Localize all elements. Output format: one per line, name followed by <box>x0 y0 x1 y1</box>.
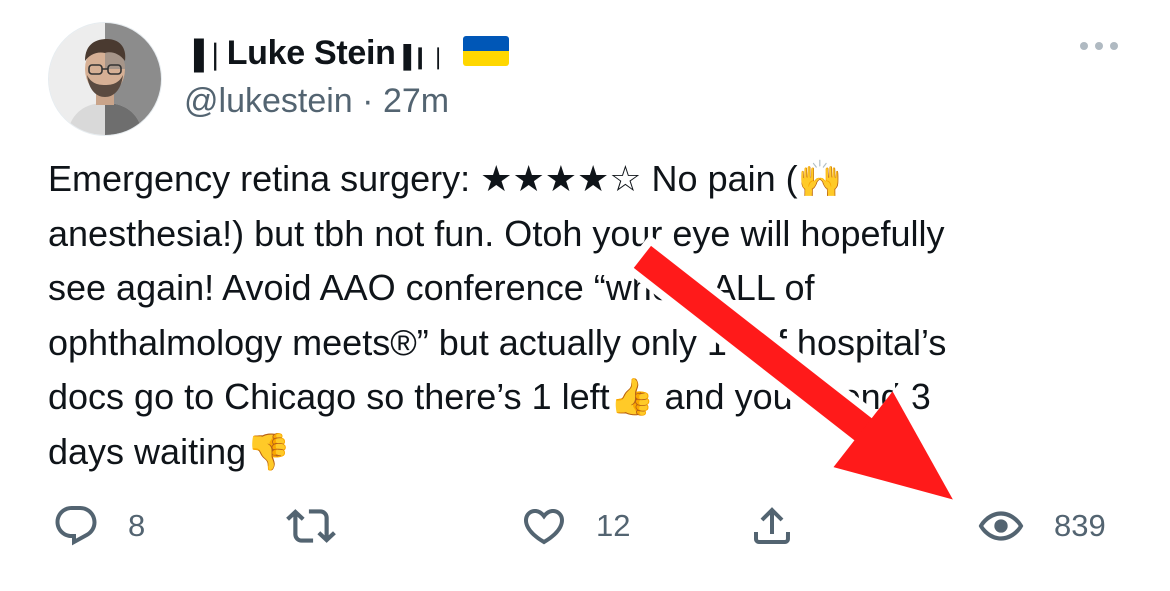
like-button[interactable]: 12 <box>520 500 630 552</box>
tweet-card: ▐❘Luke Stein▐❙❘ @lukestein · 27m Emergen… <box>0 0 1170 591</box>
share-icon <box>754 507 790 544</box>
author-display-name[interactable]: ▐❘Luke Stein▐❙❘ <box>184 33 448 73</box>
tweet-text: Emergency retina surgery: ★★★★☆ No pain … <box>48 152 1138 479</box>
author-name-row[interactable]: ▐❘Luke Stein▐❙❘ <box>184 30 510 76</box>
reply-count: 8 <box>128 508 146 543</box>
tweet-actions-bar: 8 12 839 <box>0 500 1170 552</box>
retweet-button[interactable] <box>286 500 364 552</box>
tweet-text-line: see again! Avoid AAO conference “where A… <box>48 267 815 308</box>
reply-icon <box>55 506 97 546</box>
share-button[interactable] <box>748 500 824 552</box>
handle-separator: · <box>362 82 374 120</box>
author-handle-row: @lukestein · 27m <box>184 82 449 121</box>
tweet-text-line: days waiting👎 <box>48 430 291 472</box>
tweet-text-line: anesthesia!) but tbh not fun. Otoh your … <box>48 212 945 254</box>
author-handle[interactable]: @lukestein <box>184 82 353 120</box>
reply-button[interactable]: 8 <box>52 500 145 552</box>
views-button[interactable]: 839 <box>976 500 1106 552</box>
avatar-photo-icon <box>49 23 161 135</box>
tweet-text-line: Emergency retina surgery: ★★★★☆ No pain … <box>48 158 843 199</box>
more-dots-icon[interactable] <box>1080 42 1118 50</box>
author-name-text: Luke Stein <box>226 33 396 72</box>
views-count: 839 <box>1054 508 1106 543</box>
avatar[interactable] <box>48 22 162 136</box>
tweet-text-line: ophthalmology meets®” but actually only … <box>48 321 947 363</box>
like-count: 12 <box>596 508 631 543</box>
eye-icon <box>978 511 1024 541</box>
tweet-text-line: docs go to Chicago so there’s 1 left👍 an… <box>48 376 931 417</box>
name-suffix-glyph: ▐❙❘ <box>395 43 448 69</box>
heart-icon <box>523 509 565 545</box>
name-prefix-glyph: ▐❘ <box>184 38 227 70</box>
tweet-timestamp[interactable]: 27m <box>383 82 449 120</box>
retweet-icon <box>286 509 336 543</box>
ukraine-flag-icon <box>463 36 510 66</box>
